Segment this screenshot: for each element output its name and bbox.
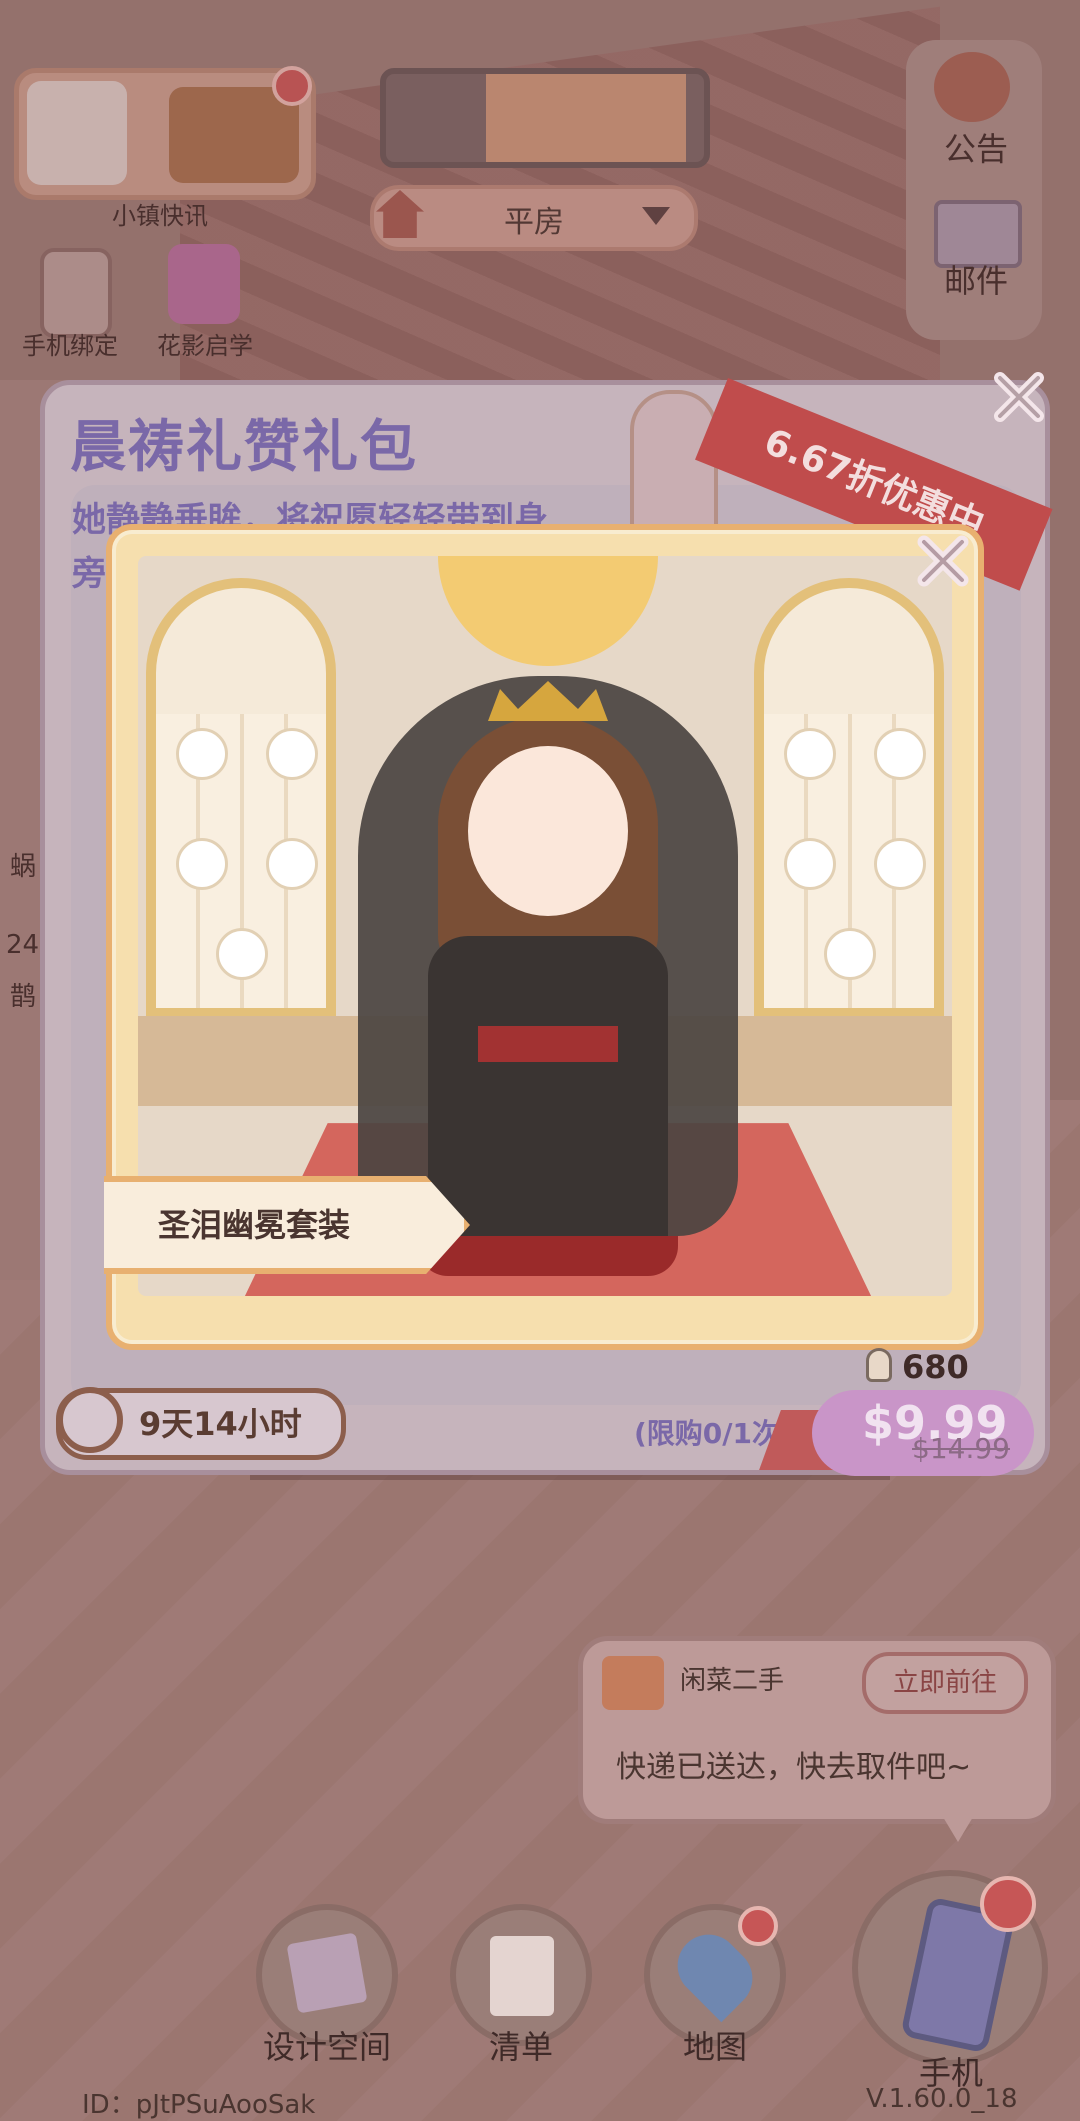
design-space-label: 设计空间 — [262, 2028, 391, 2066]
list-label: 清单 — [488, 2028, 553, 2066]
original-price: $14.99 — [912, 1432, 1010, 1465]
outfit-name: 圣泪幽冕套装 — [158, 1206, 351, 1244]
outfit-name-tag: 圣泪幽冕套装 — [104, 1176, 470, 1274]
stained-glass-window — [146, 578, 336, 1018]
express-sender: 闲菜二手 — [680, 1666, 785, 1696]
map-label: 地图 — [682, 2028, 747, 2066]
timer-text: 9天14小时 — [139, 1405, 302, 1443]
countdown-timer: 9天14小时 — [56, 1387, 346, 1460]
user-id: ID：pJtPSuAooSak — [82, 2090, 316, 2120]
blueprint-icon — [286, 1932, 368, 2014]
close-icon — [917, 535, 969, 587]
notification-dot — [980, 1876, 1036, 1932]
skirt-hem — [418, 1236, 678, 1276]
checklist-icon — [490, 1936, 554, 2016]
stained-glass-window — [754, 578, 944, 1018]
popup-subtitle-cont: 旁 — [72, 554, 106, 594]
clock-icon — [57, 1387, 123, 1453]
popup-title: 晨祷礼赞礼包 — [70, 415, 418, 480]
close-popup-button[interactable] — [990, 368, 1048, 426]
version-number: V.1.60.0_18 — [866, 2084, 1018, 2114]
reward-amount: 680 — [902, 1348, 969, 1386]
lightbulb-icon — [866, 1348, 892, 1382]
go-now-button[interactable]: 立即前往 — [862, 1652, 1028, 1714]
red-sash — [478, 1026, 618, 1062]
character-dress — [428, 936, 668, 1266]
express-message: 快递已送达，快去取件吧~ — [616, 1750, 972, 1785]
character-face — [468, 746, 628, 916]
notification-dot — [738, 1906, 778, 1946]
package-icon — [602, 1656, 664, 1710]
close-icon — [994, 372, 1044, 422]
sunburst — [438, 556, 658, 666]
close-card-button[interactable] — [912, 530, 974, 592]
